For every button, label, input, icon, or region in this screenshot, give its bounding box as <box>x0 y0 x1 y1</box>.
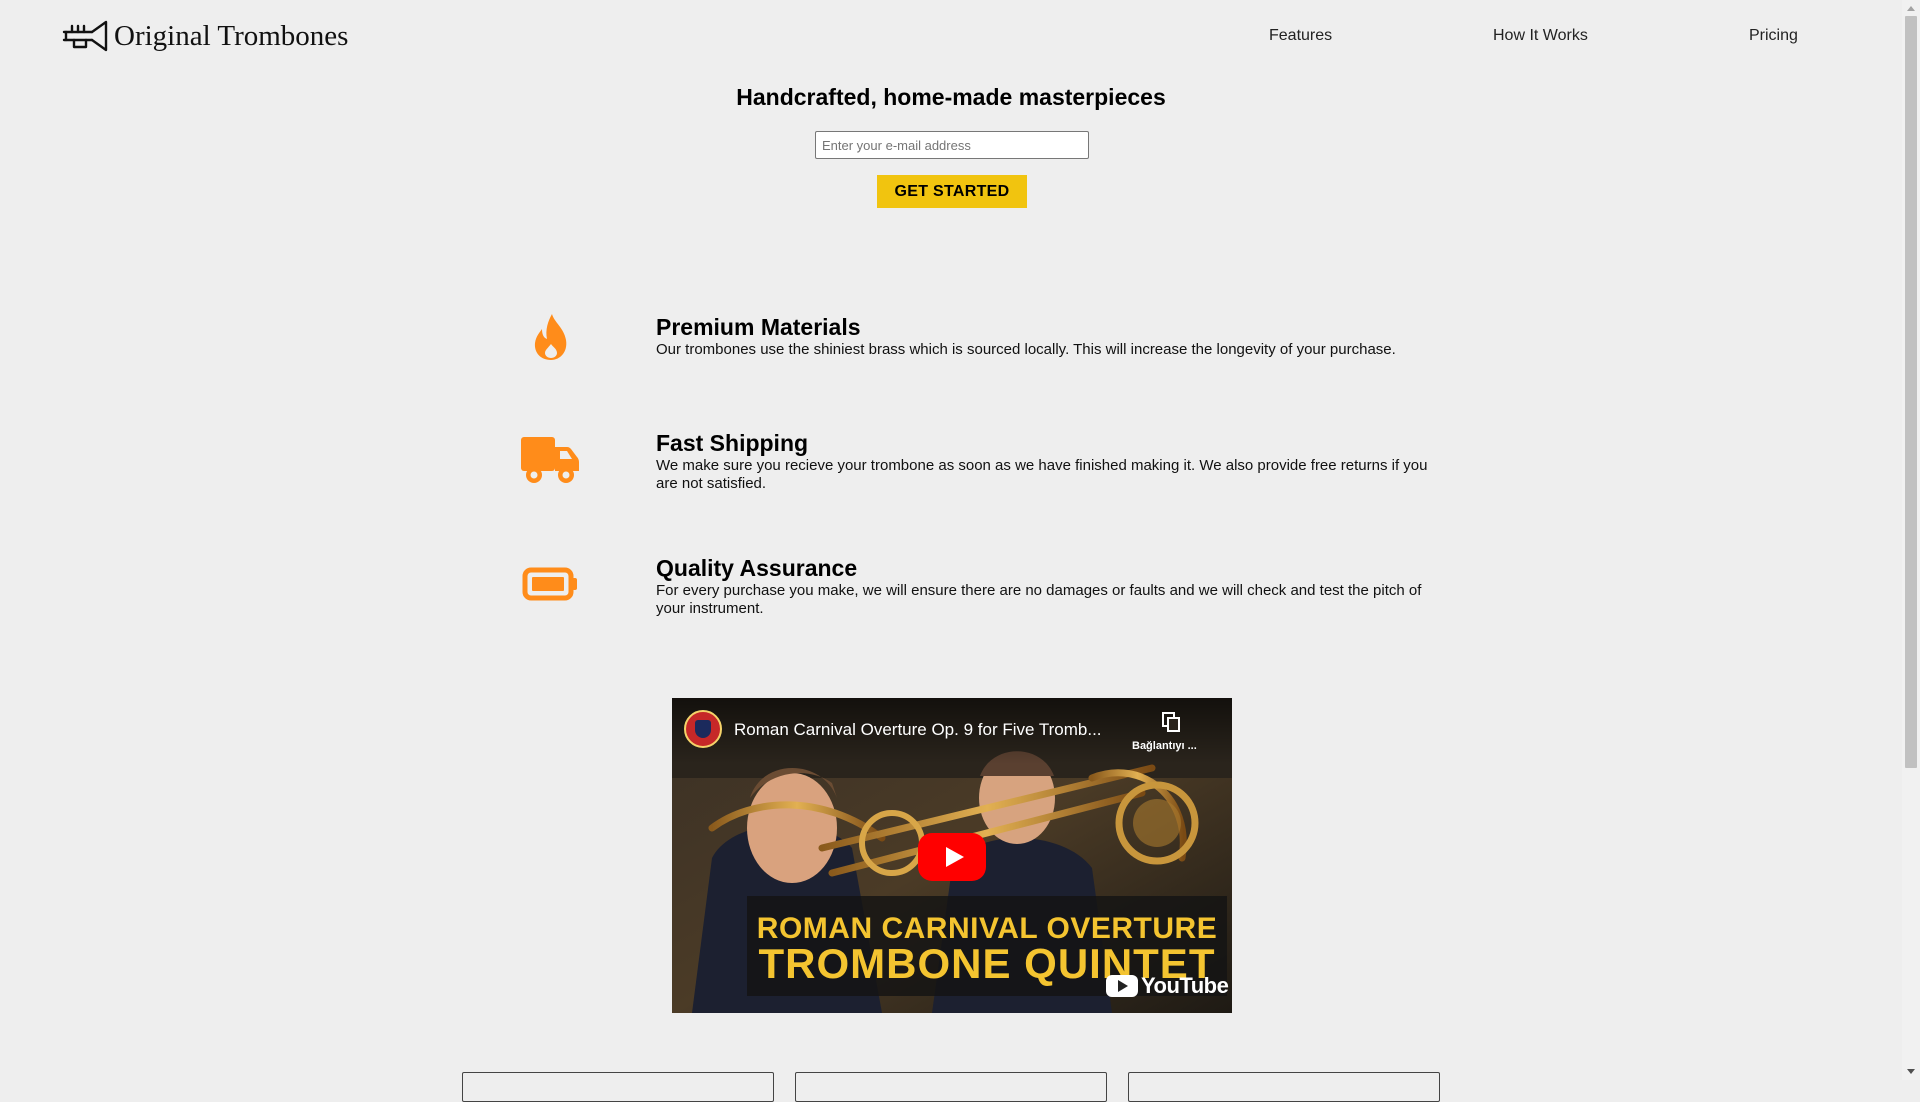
trombone-icon <box>62 20 108 52</box>
vertical-scrollbar[interactable] <box>1902 0 1920 1080</box>
site-header: Original Trombones Features How It Works… <box>0 0 1902 72</box>
feature-title: Premium Materials <box>656 314 861 340</box>
play-button[interactable] <box>918 833 986 881</box>
nav-link-how-it-works[interactable]: How It Works <box>1493 27 1588 45</box>
feature-description: We make sure you recieve your trombone a… <box>656 457 1428 492</box>
pricing-card <box>1128 1072 1440 1102</box>
channel-avatar[interactable] <box>684 710 722 748</box>
truck-icon <box>521 437 579 483</box>
scroll-up-arrow-icon[interactable] <box>1907 6 1915 11</box>
copy-link-label[interactable]: Bağlantıyı ... <box>1132 740 1197 752</box>
nav-link-pricing[interactable]: Pricing <box>1749 27 1798 45</box>
nav-link-features[interactable]: Features <box>1269 27 1332 45</box>
brand-name: Original Trombones <box>114 19 349 52</box>
feature-description: Our trombones use the shiniest brass whi… <box>656 341 1396 358</box>
pricing-card <box>795 1072 1107 1102</box>
youtube-logo[interactable]: YouTube <box>1106 973 1229 999</box>
email-input[interactable] <box>815 131 1089 159</box>
video-player[interactable]: Roman Carnival Overture Op. 9 for Five T… <box>672 698 1232 1013</box>
copy-link-icon[interactable] <box>1162 712 1180 732</box>
scrollbar-thumb[interactable] <box>1905 16 1917 768</box>
battery-icon <box>522 567 577 601</box>
pricing-card <box>462 1072 774 1102</box>
video-title[interactable]: Roman Carnival Overture Op. 9 for Five T… <box>734 720 1102 740</box>
scroll-down-arrow-icon[interactable] <box>1907 1069 1915 1074</box>
get-started-button[interactable]: GET STARTED <box>877 175 1027 208</box>
feature-description: For every purchase you make, we will ens… <box>656 582 1422 617</box>
youtube-wordmark: YouTube <box>1141 973 1229 998</box>
feature-title: Fast Shipping <box>656 430 809 456</box>
brand-logo[interactable]: Original Trombones <box>62 14 348 58</box>
fire-icon <box>534 314 567 360</box>
youtube-play-icon <box>1106 975 1138 997</box>
hero-title: Handcrafted, home-made masterpieces <box>736 84 1166 110</box>
feature-title: Quality Assurance <box>656 555 858 581</box>
